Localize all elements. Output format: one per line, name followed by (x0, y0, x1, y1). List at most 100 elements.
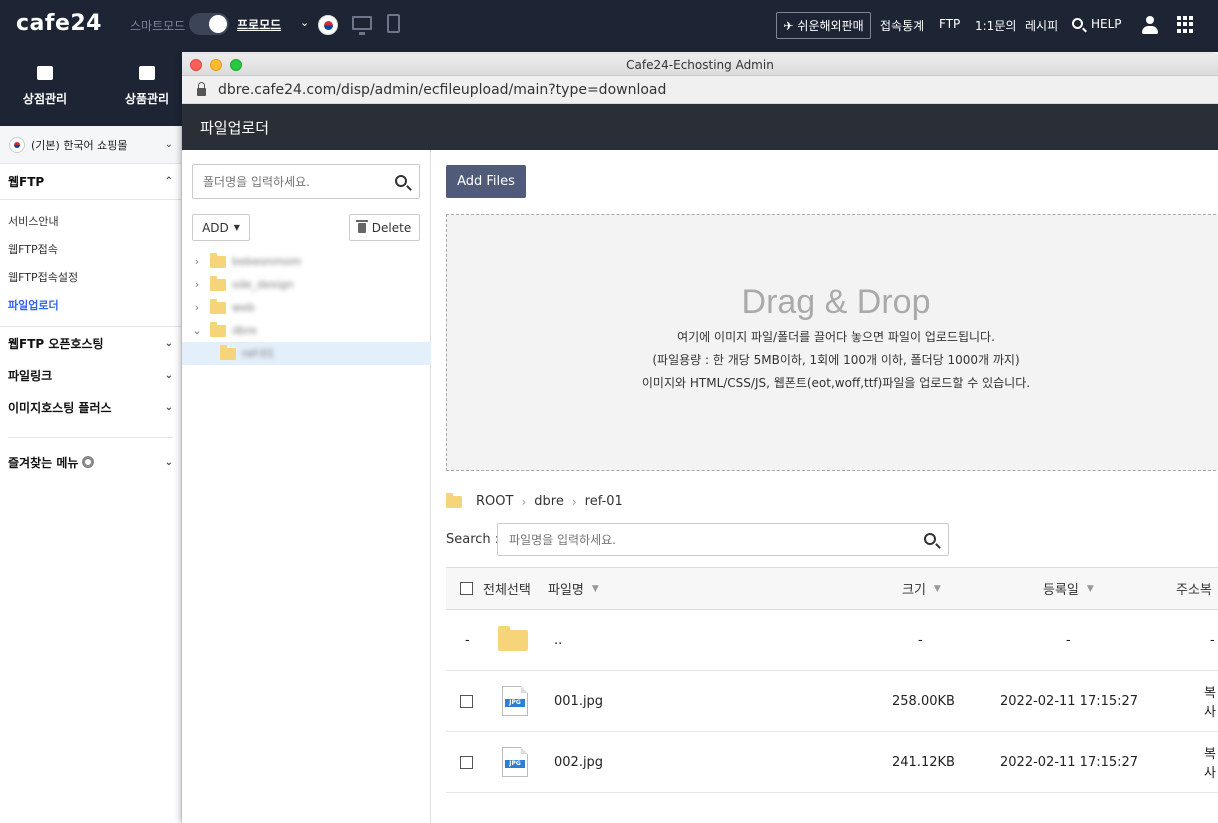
category-label: 웹FTP 오픈호스팅 (8, 336, 104, 351)
address-bar[interactable]: dbre.cafe24.com/disp/admin/ecfileupload/… (182, 76, 1218, 104)
recipe-link[interactable]: 레시피 (1025, 17, 1058, 34)
page-title: 파일업로더 (182, 104, 1218, 150)
folder-search-input[interactable] (203, 174, 383, 189)
select-all-checkbox[interactable] (460, 582, 473, 595)
drop-zone[interactable]: Drag & Drop 여기에 이미지 파일/폴더를 끌어다 놓으면 파일이 업… (446, 214, 1218, 471)
breadcrumb-root[interactable]: ROOT (476, 494, 513, 509)
folder-name: ref-01 (242, 347, 275, 360)
file-uploader-window: Cafe24-Echosting Admin dbre.cafe24.com/d… (182, 54, 1218, 823)
drop-zone-text: 여기에 이미지 파일/폴더를 끌어다 놓으면 파일이 업로드됩니다. (677, 330, 995, 344)
nav-product-management[interactable]: 상품관리 (102, 62, 192, 107)
ftp-link[interactable]: FTP (939, 17, 960, 31)
chevron-down-icon: ⌄ (164, 139, 173, 150)
search-icon[interactable] (1072, 18, 1083, 29)
breadcrumb-dbre[interactable]: dbre (534, 494, 564, 509)
row-dash: - (465, 632, 470, 648)
sidebar-section-webftp[interactable]: 웹FTP ⌃ (0, 164, 181, 200)
chevron-down-icon: ⌄ (164, 456, 173, 468)
chevron-right-icon[interactable]: › (192, 255, 202, 268)
desktop-icon[interactable] (352, 16, 372, 35)
address-header: 주소복 (1176, 568, 1212, 609)
date-header[interactable]: 등록일 ▼ (1043, 568, 1094, 609)
window-titlebar: Cafe24-Echosting Admin (182, 54, 1218, 76)
add-files-button[interactable]: Add Files (446, 165, 526, 198)
size-header[interactable]: 크기 ▼ (902, 568, 941, 609)
user-icon[interactable] (1140, 15, 1160, 35)
apps-grid-icon[interactable] (1177, 16, 1194, 33)
caret-down-icon: ▼ (233, 223, 240, 232)
pro-mode-label[interactable]: 프로모드 (237, 16, 281, 33)
folder-name: dbre (232, 324, 258, 337)
tree-folder[interactable]: › sde_design (182, 273, 431, 296)
breadcrumb-current[interactable]: ref-01 (585, 494, 623, 509)
folder-icon (498, 625, 528, 651)
copy-address-button[interactable]: 복사 (1204, 671, 1218, 731)
chevron-right-icon[interactable]: › (192, 301, 202, 314)
sidebar-item-service-guide[interactable]: 서비스안내 (0, 208, 181, 236)
row-checkbox[interactable] (460, 755, 473, 769)
parent-folder-link[interactable]: .. (554, 610, 562, 670)
file-table: 전체선택 파일명 ▼ 크기 ▼ 등록일 ▼ 주소복 - .. - - - JPG… (446, 567, 1218, 793)
checkbox-cell (460, 732, 473, 792)
shop-selector[interactable]: (기본) 한국어 쇼핑몰 ⌄ (0, 126, 181, 164)
sidebar-item-file-link[interactable]: 파일링크 ⌄ (0, 359, 181, 391)
help-link[interactable]: HELP (1091, 17, 1122, 31)
overseas-sales-button[interactable]: ✈ 쉬운해외판매 (776, 12, 871, 39)
table-row[interactable]: JPG 002.jpg 241.12KB 2022-02-11 17:15:27… (446, 732, 1218, 793)
delete-folder-button[interactable]: Delete (349, 214, 420, 241)
table-row-parent[interactable]: - .. - - - (446, 610, 1218, 671)
date-header-label: 등록일 (1043, 583, 1079, 598)
chevron-down-icon[interactable]: ⌄ (192, 324, 202, 337)
add-folder-button[interactable]: ADD ▼ (192, 214, 250, 241)
folder-tree-pane: ADD ▼ Delete › bebeonmom › sde_design › … (182, 150, 431, 823)
inquiry-link[interactable]: 1:1문의 (975, 17, 1016, 34)
chevron-down-icon[interactable]: ⌄ (300, 16, 309, 29)
chevron-right-icon: › (521, 494, 527, 509)
korea-flag-icon[interactable] (318, 15, 338, 35)
sidebar-item-file-uploader[interactable]: 파일업로더 (0, 292, 181, 320)
gear-icon[interactable] (82, 456, 95, 468)
copy-address-button[interactable]: 복사 (1204, 732, 1218, 792)
mobile-icon[interactable] (387, 14, 400, 33)
jpg-icon-label: JPG (505, 760, 525, 768)
jpg-file-icon: JPG (502, 686, 528, 716)
smart-mode-label[interactable]: 스마트모드 (130, 17, 185, 34)
search-icon[interactable] (395, 175, 407, 187)
korea-flag-icon (9, 136, 25, 153)
folder-search-box[interactable] (192, 164, 420, 199)
chevron-down-icon: ⌄ (164, 337, 173, 349)
file-name[interactable]: 002.jpg (554, 732, 603, 792)
tree-folder-selected[interactable]: ref-01 (182, 342, 431, 365)
divider (8, 437, 173, 438)
file-date: 2022-02-11 17:15:27 (1000, 693, 1139, 709)
file-name[interactable]: 001.jpg (554, 671, 603, 731)
tree-folder[interactable]: ⌄ dbre (182, 319, 431, 342)
sidebar-item-image-hosting[interactable]: 이미지호스팅 플러스 ⌄ (0, 391, 181, 423)
drop-zone-title: Drag & Drop (741, 283, 931, 321)
sidebar-item-open-hosting[interactable]: 웹FTP 오픈호스팅 ⌄ (0, 327, 181, 359)
shop-name: (기본) 한국어 쇼핑몰 (31, 138, 128, 152)
sidebar-item-favorites[interactable]: 즐겨찾는 메뉴 ⌄ (0, 446, 181, 478)
sort-icon: ▼ (933, 583, 941, 594)
stats-link[interactable]: 접속통계 (880, 17, 924, 34)
file-search-input[interactable] (509, 532, 889, 547)
sidebar-item-webftp-access[interactable]: 웹FTP접속 (0, 236, 181, 264)
nav-store-management[interactable]: 상점관리 (0, 62, 90, 107)
file-size: 241.12KB (892, 754, 955, 770)
category-label: 파일링크 (8, 368, 53, 383)
row-checkbox[interactable] (460, 694, 473, 708)
search-icon[interactable] (924, 533, 936, 545)
tree-folder[interactable]: › bebeonmom (182, 250, 431, 273)
sidebar-item-webftp-settings[interactable]: 웹FTP접속설정 (0, 264, 181, 292)
folder-icon (210, 275, 226, 291)
jpg-icon-label: JPG (505, 699, 525, 707)
folder-name: web (232, 301, 255, 314)
file-search-box[interactable] (497, 523, 949, 556)
filename-header[interactable]: 파일명 ▼ (548, 568, 599, 609)
tree-folder[interactable]: › web (182, 296, 431, 319)
chevron-right-icon[interactable]: › (192, 278, 202, 291)
add-label: ADD (202, 220, 229, 235)
cafe24-logo[interactable]: cafe24 (16, 11, 102, 36)
mode-toggle[interactable] (189, 13, 229, 35)
table-row[interactable]: JPG 001.jpg 258.00KB 2022-02-11 17:15:27… (446, 671, 1218, 732)
